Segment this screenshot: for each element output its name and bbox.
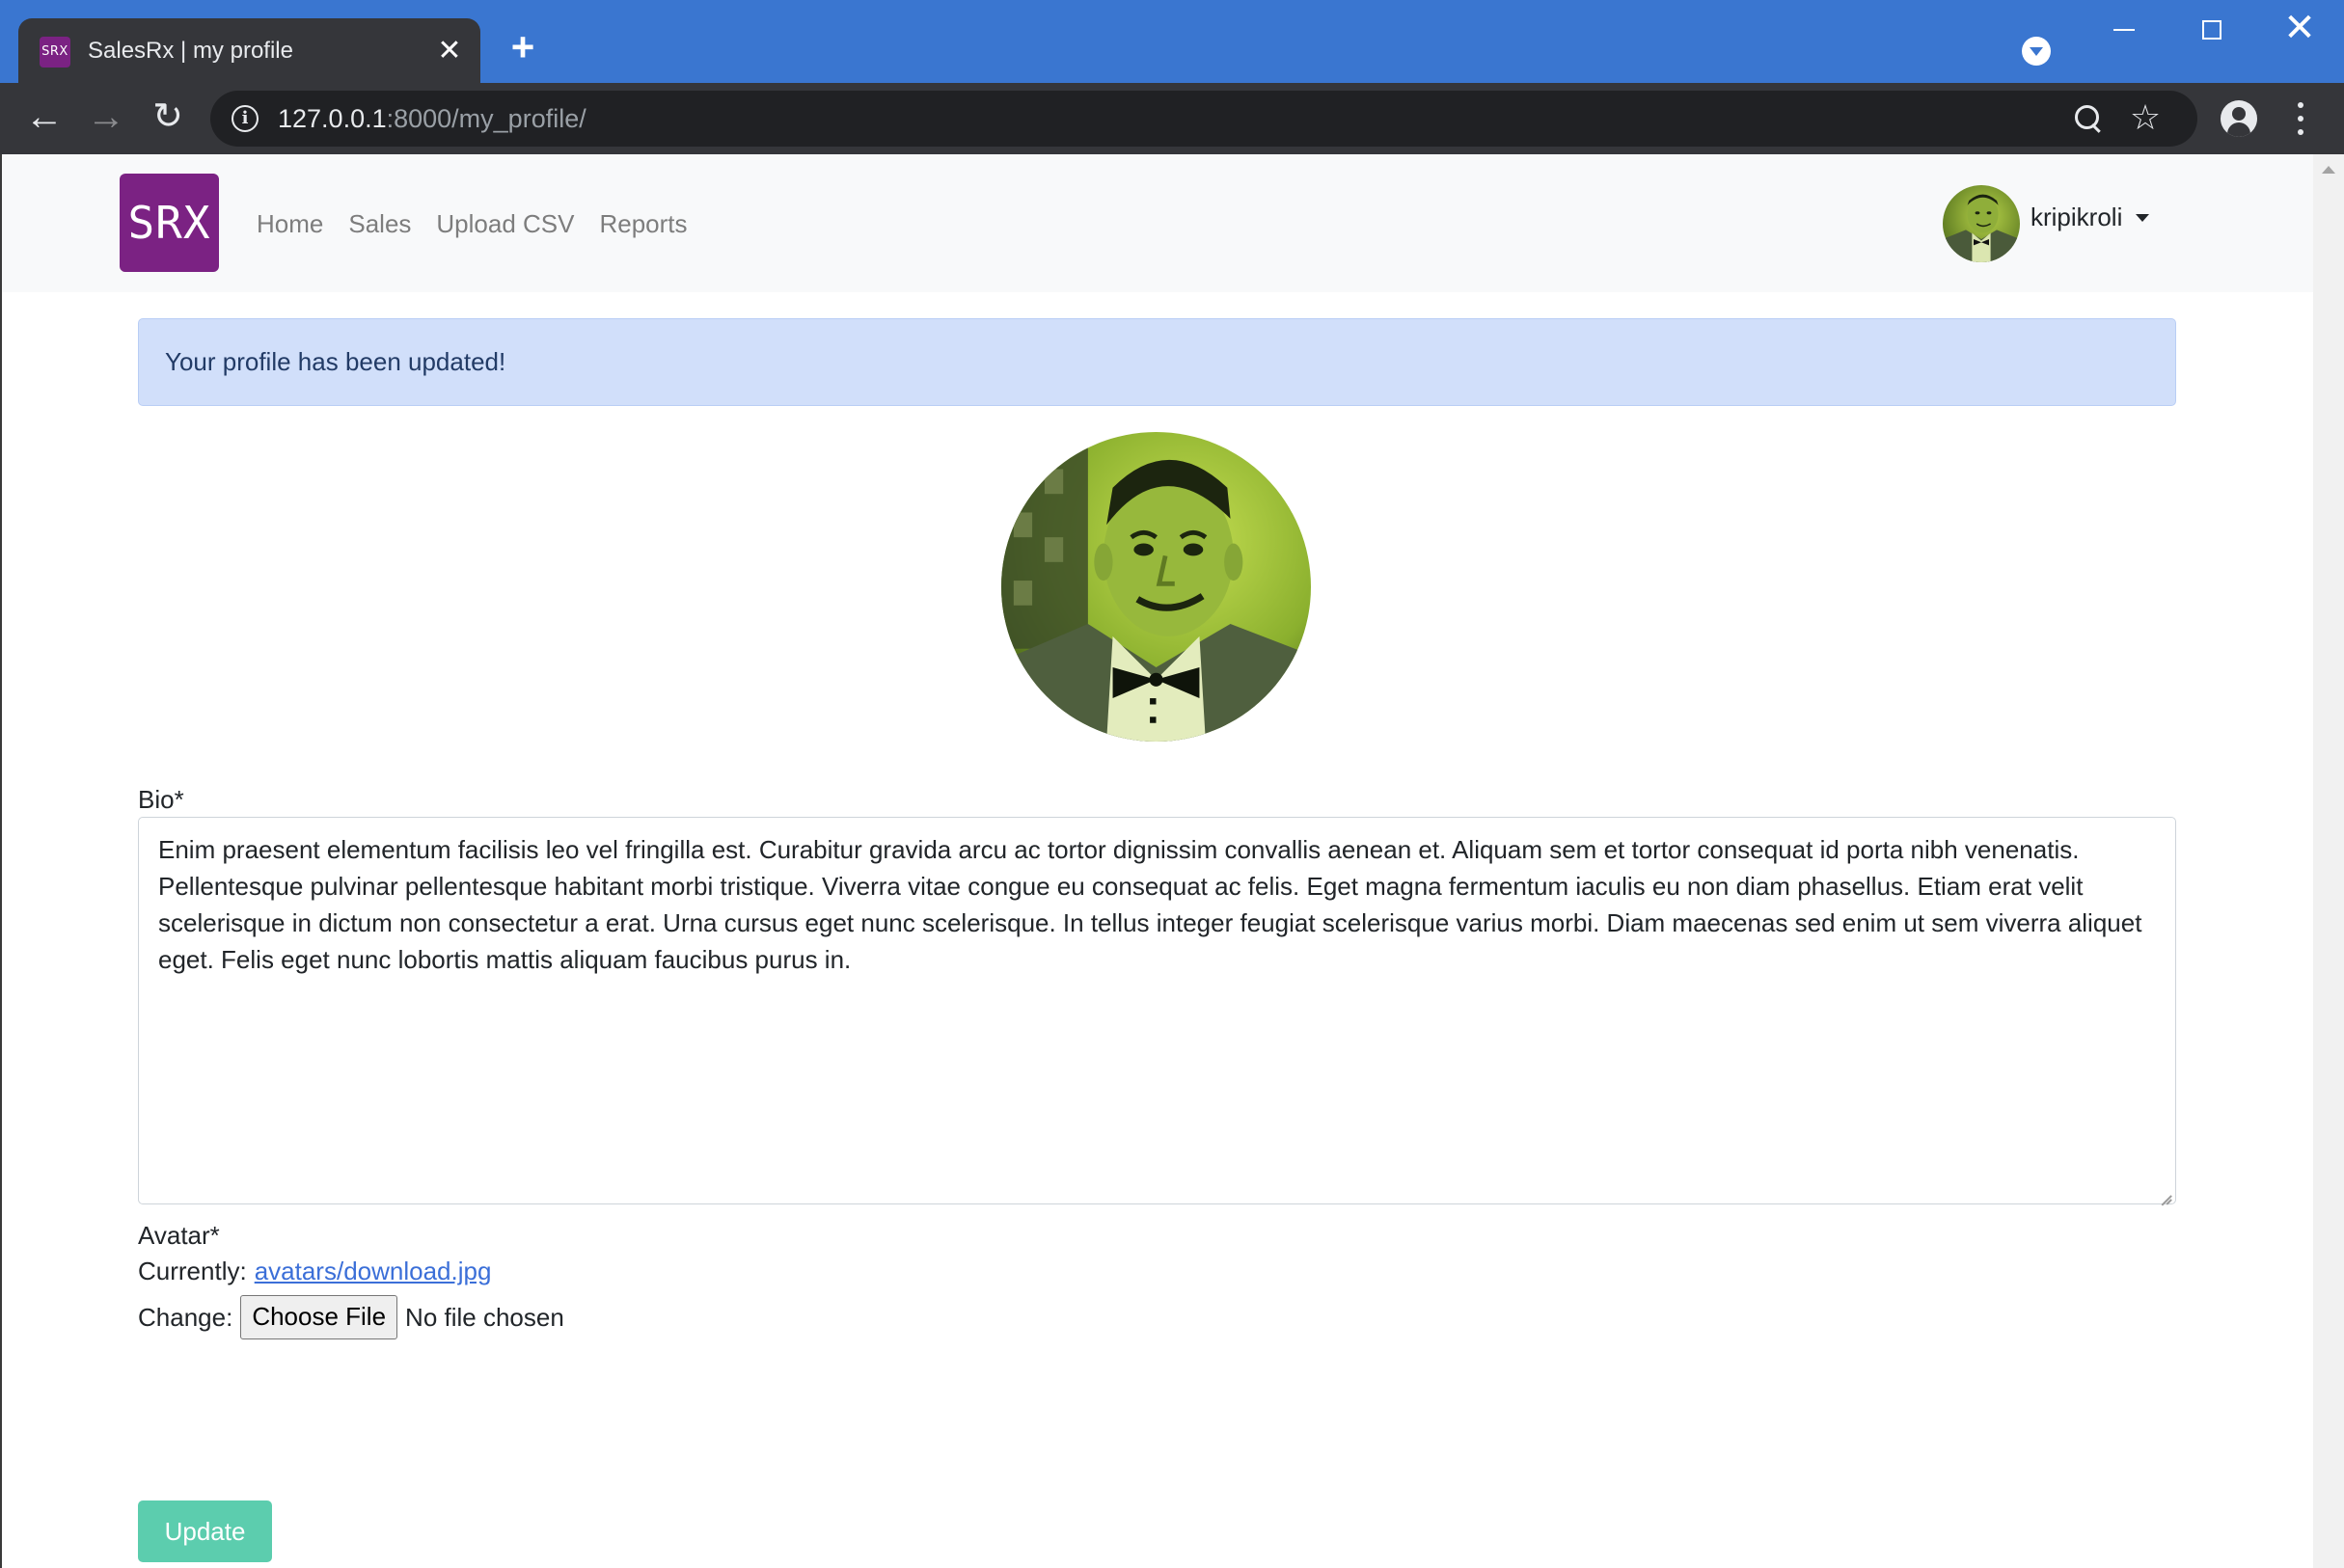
url-host: 127.0.0.1 — [278, 104, 387, 133]
back-arrow-icon[interactable]: ← — [23, 96, 66, 139]
file-status: No file chosen — [405, 1303, 564, 1332]
update-button[interactable]: Update — [138, 1500, 272, 1562]
alert-message: Your profile has been updated! — [165, 347, 506, 376]
url-path: :8000/my_profile/ — [386, 104, 586, 133]
forward-arrow-icon[interactable]: → — [85, 96, 127, 139]
nav-link-reports[interactable]: Reports — [599, 207, 687, 240]
reload-icon[interactable]: ↻ — [147, 96, 189, 139]
url-text[interactable]: 127.0.0.1:8000/my_profile/ — [278, 102, 586, 135]
avatar-label: Avatar* — [138, 1221, 220, 1250]
tab-title: SalesRx | my profile — [88, 38, 293, 64]
nav-link-home[interactable]: Home — [257, 207, 323, 240]
change-label: Change: — [138, 1303, 233, 1332]
resize-handle-icon[interactable] — [2159, 1187, 2172, 1201]
bio-label: Bio* — [138, 785, 184, 814]
currently-label: Currently: — [138, 1257, 247, 1285]
maximize-icon[interactable] — [2202, 20, 2221, 40]
minimize-icon[interactable] — [2113, 29, 2135, 31]
address-bar[interactable]: i 127.0.0.1:8000/my_profile/ ☆ — [210, 91, 2197, 147]
bio-text: Enim praesent elementum facilisis leo ve… — [158, 835, 2142, 974]
plus-icon[interactable]: + — [505, 27, 540, 68]
profile-icon[interactable] — [2221, 100, 2257, 137]
close-tab-icon[interactable]: ✕ — [436, 37, 463, 66]
browser-tab[interactable]: SRX SalesRx | my profile ✕ — [18, 18, 480, 83]
star-icon[interactable]: ☆ — [2126, 97, 2165, 137]
zoom-icon[interactable] — [2072, 102, 2105, 135]
current-avatar-row: Currently: avatars/download.jpg — [138, 1255, 491, 1287]
user-avatar — [1943, 185, 2020, 262]
browser-titlebar: SRX SalesRx | my profile ✕ + ✕ — [0, 0, 2344, 83]
user-dropdown[interactable]: kripikroli — [1943, 185, 2155, 262]
caret-down-icon — [2136, 214, 2149, 222]
site-navbar: SRX Home Sales Upload CSV Reports kripik… — [2, 154, 2313, 292]
window-close-icon[interactable]: ✕ — [2283, 9, 2316, 47]
success-alert: Your profile has been updated! — [138, 318, 2176, 406]
scroll-up-arrow-icon[interactable] — [2322, 166, 2335, 174]
nav-link-upload-csv[interactable]: Upload CSV — [436, 207, 574, 240]
user-name: kripikroli — [2031, 203, 2123, 231]
nav-links: Home Sales Upload CSV Reports — [257, 207, 688, 240]
favicon-icon: SRX — [40, 37, 70, 68]
vertical-scrollbar[interactable] — [2313, 154, 2344, 1568]
choose-file-button[interactable]: Choose File — [240, 1295, 398, 1339]
current-avatar-link[interactable]: avatars/download.jpg — [255, 1255, 492, 1287]
tab-search-icon[interactable] — [2022, 37, 2051, 66]
change-avatar-row: Change: Choose File No file chosen — [138, 1295, 564, 1339]
info-icon[interactable]: i — [232, 105, 259, 132]
browser-toolbar: ← → ↻ i 127.0.0.1:8000/my_profile/ ☆ — [0, 83, 2344, 154]
brand-logo[interactable]: SRX — [120, 174, 219, 272]
bio-textarea[interactable]: Enim praesent elementum facilisis leo ve… — [138, 817, 2176, 1204]
menu-icon[interactable] — [2296, 102, 2305, 135]
profile-avatar-image — [1001, 432, 1311, 742]
nav-link-sales[interactable]: Sales — [348, 207, 411, 240]
page-viewport: SRX Home Sales Upload CSV Reports kripik… — [2, 154, 2313, 1568]
